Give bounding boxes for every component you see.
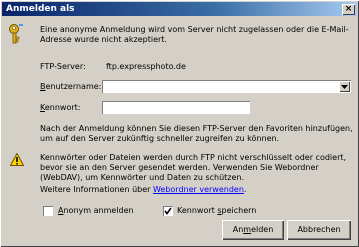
username-dropdown-button[interactable] xyxy=(339,81,350,92)
login-dialog: Anmelden als × Eine anonyme Anmeldung wi… xyxy=(0,0,359,247)
checkmark-icon xyxy=(164,207,172,215)
password-field[interactable] xyxy=(102,101,250,114)
username-label: Benutzername: xyxy=(40,82,102,91)
anonymous-label: Anonym anmelden xyxy=(58,206,134,215)
intro-message: Eine anonyme Anmeldung wird vom Server n… xyxy=(40,25,349,44)
login-button[interactable]: Anmelden xyxy=(222,220,284,240)
close-button[interactable]: × xyxy=(342,4,355,15)
ftp-server-label: FTP-Server: xyxy=(40,62,86,71)
favorites-info-text: Nach der Anmeldung können Sie diesen FTP… xyxy=(40,124,353,143)
username-combobox[interactable] xyxy=(102,80,351,93)
close-icon: × xyxy=(344,4,353,14)
ftp-server-value: ftp.expressphoto.de xyxy=(106,62,186,71)
cancel-button[interactable]: Abbrechen xyxy=(287,220,351,240)
anonymous-checkbox[interactable] xyxy=(43,206,53,216)
chevron-down-icon xyxy=(341,85,348,89)
password-label: Kennwort: xyxy=(40,103,81,112)
warning-text: Kennwörter oder Dateien werden durch FTP… xyxy=(40,153,347,182)
webfolder-info: Weitere Informationen über Webordner ver… xyxy=(40,185,247,194)
webfolder-link[interactable]: Webordner verwenden xyxy=(153,185,244,194)
key-icon xyxy=(9,24,23,44)
dialog-title: Anmelden als xyxy=(6,4,75,14)
save-password-checkbox[interactable] xyxy=(163,206,173,216)
title-bar[interactable]: Anmelden als × xyxy=(2,2,357,16)
warning-icon xyxy=(10,153,24,166)
save-password-label: Kennwort speichern xyxy=(177,206,257,215)
